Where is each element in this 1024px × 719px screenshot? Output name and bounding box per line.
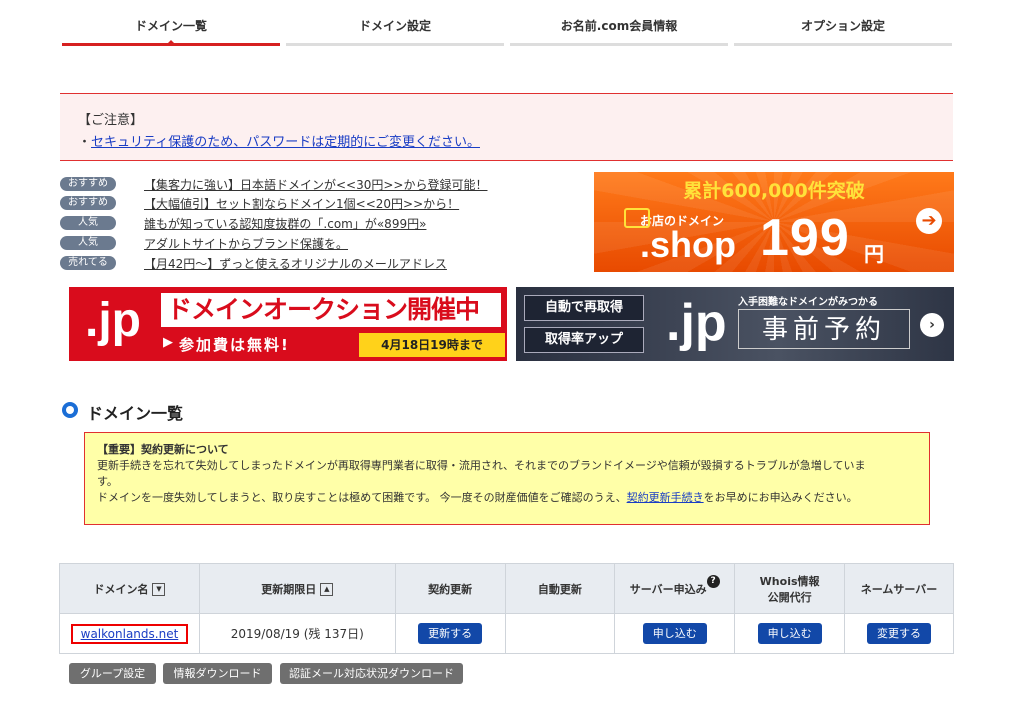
- recommend-badge: おすすめ: [60, 177, 116, 191]
- important-line: をお早めにお申込みください。: [703, 491, 858, 504]
- domain-link[interactable]: walkonlands.net: [70, 623, 189, 644]
- important-heading: 【重要】契約更新について: [97, 443, 229, 456]
- header-expiry: 更新期限日 ▲: [198, 563, 396, 614]
- domain-cell: walkonlands.net: [59, 613, 200, 654]
- expiry-cell: 2019/08/19 (残 137日): [198, 613, 396, 654]
- recommend-link[interactable]: 【集客力に強い】日本語ドメインが<<30円>>から登録可能！: [144, 176, 488, 193]
- reserve-tag-rate: 取得率アップ: [524, 327, 644, 353]
- password-notice: 【ご注意】 ・セキュリティ保護のため、パスワードは定期的にご変更ください。: [60, 93, 953, 161]
- recommend-badge: おすすめ: [60, 196, 116, 210]
- jp-auction-banner[interactable]: .jp ドメインオークション開催中 ▶ 参加費は無料! 4月18日19時まで: [69, 287, 507, 361]
- auction-banner-domain: .jp: [85, 294, 141, 347]
- header-renew: 契約更新: [394, 563, 506, 614]
- renew-button[interactable]: 更新する: [418, 623, 483, 644]
- popular-badge: 人気: [60, 216, 116, 230]
- notice-bullet: ・: [78, 135, 92, 150]
- tab-label: お名前.com会員情報: [560, 19, 678, 33]
- section-title: ドメイン一覧: [87, 404, 184, 423]
- reserve-tag-auto: 自動で再取得: [524, 295, 644, 321]
- tab-label: ドメイン設定: [358, 19, 431, 33]
- table-header-row: ドメイン名 ▼ 更新期限日 ▲ 契約更新 自動更新 サーバー申込み? Whois情報…: [59, 563, 954, 614]
- whois-apply-button[interactable]: 申し込む: [757, 623, 822, 644]
- reserve-banner-small: 入手困難なドメインがみつかる: [738, 297, 878, 308]
- auction-banner-sub: 参加費は無料!: [179, 336, 290, 354]
- chevron-right-icon: ›: [920, 313, 944, 337]
- header-domain-name: ドメイン名 ▼: [59, 563, 200, 614]
- server-cell: 申し込む: [614, 613, 736, 654]
- recommendation-item: 人気 誰もが知っている認知度抜群の「.com」が«899円»: [60, 216, 580, 233]
- play-icon: ▶: [163, 335, 173, 350]
- shop-banner-unit: 円: [864, 242, 884, 266]
- recommendation-item: おすすめ 【集客力に強い】日本語ドメインが<<30円>>から登録可能！: [60, 177, 580, 194]
- notice-title: 【ご注意】: [78, 113, 144, 128]
- auction-banner-title: ドメインオークション開催中: [161, 293, 501, 327]
- nameserver-cell: 変更する: [844, 613, 954, 654]
- tab-option-settings[interactable]: オプション設定: [734, 0, 952, 46]
- jp-reserve-banner[interactable]: 自動で再取得 取得率アップ .jp 入手困難なドメインがみつかる 事前予約 ›: [516, 287, 954, 361]
- recommend-link[interactable]: 誰もが知っている認知度抜群の「.com」が«899円»: [144, 215, 426, 232]
- nameserver-change-button[interactable]: 変更する: [867, 623, 932, 644]
- recommend-link[interactable]: アダルトサイトからブランド保護を。: [144, 235, 348, 252]
- reserve-banner-big: 事前予約: [738, 309, 910, 349]
- reserve-banner-domain: .jp: [666, 294, 727, 352]
- shop-domain-banner[interactable]: 累計600,000件突破 お店のドメイン .shop 199 円 ➔: [594, 172, 954, 272]
- renew-cell: 更新する: [394, 613, 506, 654]
- auth-mail-download-button[interactable]: 認証メール対応状況ダウンロード: [280, 663, 463, 684]
- important-line: ドメインを一度失効してしまうと、取り戻すことは極めて困難です。 今一度その財産価…: [97, 491, 627, 504]
- auction-banner-date: 4月18日19時まで: [359, 333, 505, 357]
- auto-renew-cell: [504, 613, 616, 654]
- password-notice-link[interactable]: セキュリティ保護のため、パスワードは定期的にご変更ください。: [91, 135, 480, 150]
- recommend-link[interactable]: 【大幅値引】セット割ならドメイン1個<<20円>>から！: [144, 195, 459, 212]
- shop-banner-domain: .shop: [640, 224, 736, 265]
- tab-label: ドメイン一覧: [134, 19, 207, 33]
- important-renewal-notice: 【重要】契約更新について 更新手続きを忘れて失効してしまったドメインが再取得専門…: [84, 432, 930, 525]
- whois-cell: 申し込む: [734, 613, 846, 654]
- active-tab-caret: [165, 40, 177, 46]
- recommendation-item: 売れてる 【月42円〜】ずっと使えるオリジナルのメールアドレス: [60, 256, 580, 273]
- tab-label: オプション設定: [800, 19, 885, 33]
- domain-table: ドメイン名 ▼ 更新期限日 ▲ 契約更新 自動更新 サーバー申込み? Whois情報…: [59, 563, 954, 654]
- recommendation-item: おすすめ 【大幅値引】セット割ならドメイン1個<<20円>>から！: [60, 196, 580, 213]
- header-server: サーバー申込み?: [614, 563, 736, 614]
- bestseller-badge: 売れてる: [60, 256, 116, 270]
- info-download-button[interactable]: 情報ダウンロード: [163, 663, 272, 684]
- popular-badge: 人気: [60, 236, 116, 250]
- tab-domain-settings[interactable]: ドメイン設定: [286, 0, 504, 46]
- sort-down-icon[interactable]: ▼: [152, 583, 166, 596]
- section-bullet-icon: [62, 402, 78, 418]
- help-icon[interactable]: ?: [706, 574, 720, 588]
- important-line: 更新手続きを忘れて失効してしまったドメインが再取得専門業者に取得・流用され、それ…: [97, 459, 866, 472]
- shop-banner-price: 199: [760, 209, 850, 267]
- tab-member-info[interactable]: お名前.com会員情報: [510, 0, 728, 46]
- header-whois: Whois情報 公開代行: [734, 563, 846, 614]
- header-label: 公開代行: [767, 590, 812, 604]
- recommendation-item: 人気 アダルトサイトからブランド保護を。: [60, 236, 580, 253]
- recommend-link[interactable]: 【月42円〜】ずっと使えるオリジナルのメールアドレス: [144, 255, 447, 272]
- arrow-right-icon: ➔: [916, 208, 942, 234]
- header-label: 更新期限日: [261, 582, 317, 596]
- sort-up-icon[interactable]: ▲: [320, 583, 334, 596]
- tab-domain-list[interactable]: ドメイン一覧: [62, 0, 280, 46]
- server-apply-button[interactable]: 申し込む: [642, 623, 707, 644]
- header-nameserver: ネームサーバー: [844, 563, 954, 614]
- header-auto-renew: 自動更新: [504, 563, 616, 614]
- group-settings-button[interactable]: グループ設定: [69, 663, 156, 684]
- header-label: サーバー申込み: [629, 582, 707, 596]
- shop-banner-total: 累計600,000件突破: [683, 180, 865, 202]
- header-label: Whois情報: [759, 574, 820, 588]
- header-label: ドメイン名: [93, 582, 149, 596]
- renewal-procedure-link[interactable]: 契約更新手続き: [627, 491, 704, 504]
- important-line: す。: [97, 475, 118, 488]
- table-row: walkonlands.net 2019/08/19 (残 137日) 更新する…: [59, 613, 954, 654]
